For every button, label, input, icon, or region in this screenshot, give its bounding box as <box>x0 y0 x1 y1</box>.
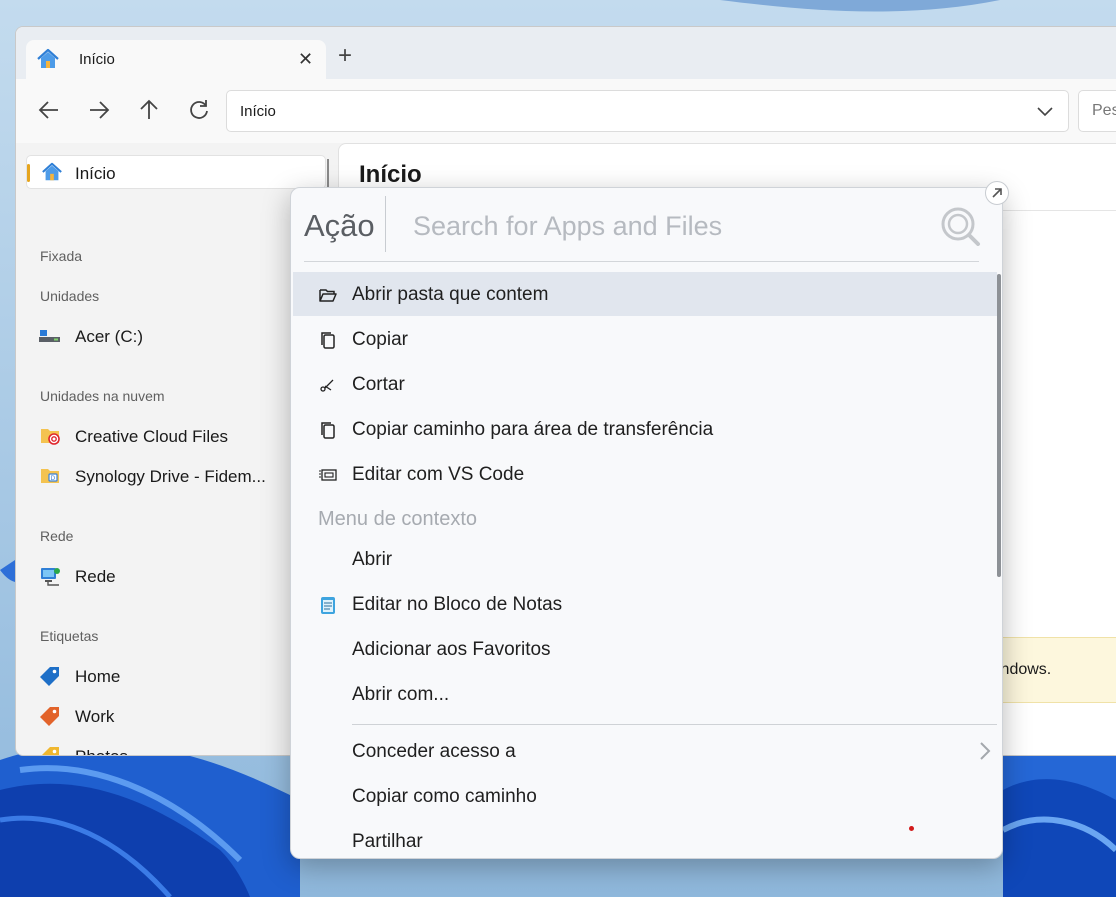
context-editar-bloco-notas[interactable]: Editar no Bloco de Notas <box>293 582 997 626</box>
tag-icon <box>40 707 59 726</box>
address-bar[interactable]: Início <box>226 90 1069 132</box>
tag-icon <box>42 747 59 755</box>
home-icon <box>37 48 59 68</box>
vscode-icon <box>319 469 337 481</box>
action-label: Abrir pasta que contem <box>352 284 549 305</box>
action-copiar[interactable]: Copiar <box>293 317 997 361</box>
sidebar-item-inicio[interactable]: Início <box>26 155 326 189</box>
scrollbar-thumb[interactable] <box>997 274 1001 577</box>
sidebar-item-label: Início <box>75 164 116 183</box>
sidebar-item-label: Photos <box>75 747 128 755</box>
menu-divider <box>352 724 997 725</box>
refresh-icon[interactable] <box>186 97 212 123</box>
section-unidades-nuvem[interactable]: Unidades na nuvem <box>40 388 165 404</box>
context-label: Adicionar aos Favoritos <box>352 639 551 660</box>
mode-label: Ação <box>304 208 375 243</box>
navigation-bar: Início Pesquisar em Início <box>16 79 1116 143</box>
action-copiar-caminho[interactable]: Copiar caminho para área de transferênci… <box>293 407 997 451</box>
context-abrir[interactable]: Abrir <box>293 537 997 581</box>
expand-window-button[interactable] <box>985 181 1009 205</box>
action-abrir-pasta[interactable]: Abrir pasta que contem <box>293 272 997 316</box>
back-arrow-icon[interactable] <box>36 97 62 123</box>
launcher-popup: Ação Abrir pasta que contem Copiar <box>290 187 1003 859</box>
tab-inicio[interactable]: Início ✕ <box>26 40 326 79</box>
drive-icon <box>39 330 60 342</box>
sidebar-item-label: Work <box>75 707 115 726</box>
new-tab-button[interactable]: + <box>338 42 352 70</box>
banner-text: indows. <box>997 661 1052 678</box>
section-unidades[interactable]: Unidades <box>40 288 99 304</box>
action-cortar[interactable]: Cortar <box>293 362 997 406</box>
title-bar: Início ✕ + <box>16 27 1116 79</box>
network-icon <box>41 568 60 586</box>
address-text: Início <box>240 103 276 120</box>
search-underline <box>304 261 979 262</box>
navigation-sidebar: Início Fixada Unidades Acer (C:) Unidade… <box>16 143 334 755</box>
action-editar-vscode[interactable]: Editar com VS Code <box>293 452 997 496</box>
scissors-icon <box>320 379 334 392</box>
tab-title: Início <box>79 51 115 68</box>
context-partilhar[interactable]: Partilhar <box>293 819 997 858</box>
context-conceder-acesso[interactable]: Conceder acesso a <box>293 729 997 773</box>
folder-open-icon <box>319 289 337 302</box>
home-icon <box>42 162 62 181</box>
section-rede[interactable]: Rede <box>40 528 73 544</box>
sidebar-item-label: Synology Drive - Fidem... <box>75 467 266 486</box>
forward-arrow-icon[interactable] <box>86 97 112 123</box>
cursor-dot <box>909 826 914 831</box>
context-copiar-como-caminho[interactable]: Copiar como caminho <box>293 774 997 818</box>
context-label: Conceder acesso a <box>352 741 516 762</box>
sidebar-item-label: Acer (C:) <box>75 327 143 346</box>
chevron-right-icon <box>980 742 991 760</box>
section-fixada[interactable]: Fixada <box>40 248 82 264</box>
page-title: Início <box>359 161 422 188</box>
section-etiquetas[interactable]: Etiquetas <box>40 628 98 644</box>
sidebar-splitter[interactable] <box>327 159 329 189</box>
close-tab-icon[interactable]: ✕ <box>298 49 313 70</box>
context-label: Editar no Bloco de Notas <box>352 594 563 615</box>
sidebar-item-label: Creative Cloud Files <box>75 427 229 446</box>
context-abrir-com[interactable]: Abrir com... <box>293 672 997 716</box>
synology-folder-icon: D <box>41 469 59 483</box>
context-label: Partilhar <box>352 831 423 852</box>
context-adicionar-favoritos[interactable]: Adicionar aos Favoritos <box>293 627 997 671</box>
context-label: Abrir <box>352 549 393 570</box>
chevron-down-icon[interactable] <box>1035 103 1055 121</box>
svg-text:D: D <box>51 475 56 482</box>
selection-accent <box>27 164 30 182</box>
context-label: Copiar como caminho <box>352 786 537 807</box>
section-menu-contexto: Menu de contexto <box>318 508 477 530</box>
action-label: Copiar caminho para área de transferênci… <box>352 419 714 440</box>
arrow-up-right-icon <box>992 188 1002 198</box>
up-arrow-icon[interactable] <box>136 97 162 123</box>
launcher-search-icon <box>941 207 980 246</box>
explorer-search-input[interactable]: Pesquisar em Início <box>1078 90 1116 132</box>
copy-icon <box>321 332 335 349</box>
action-label: Copiar <box>352 329 408 350</box>
mode-separator <box>385 196 386 252</box>
sidebar-item-label: Home <box>75 667 121 686</box>
sidebar-item-label: Rede <box>75 567 116 586</box>
launcher-search-input[interactable] <box>411 206 931 246</box>
action-label: Editar com VS Code <box>352 464 525 485</box>
tag-icon <box>40 667 59 686</box>
copy-icon <box>321 422 335 439</box>
action-label: Cortar <box>352 374 405 395</box>
context-label: Abrir com... <box>352 684 450 705</box>
notepad-icon <box>321 597 335 614</box>
creative-cloud-folder-icon <box>41 429 60 445</box>
